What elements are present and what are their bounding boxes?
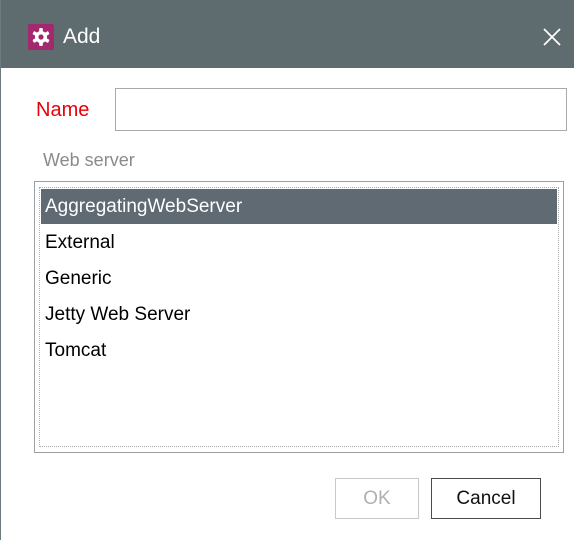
gear-icon — [28, 24, 54, 50]
close-button[interactable] — [539, 24, 565, 50]
list-item-generic[interactable]: Generic — [41, 261, 557, 296]
web-server-label: Web server — [43, 150, 135, 170]
web-server-list-focus: AggregatingWebServer External Generic Je… — [39, 187, 559, 447]
close-icon — [543, 28, 561, 46]
dialog-title: Add — [63, 25, 101, 48]
cancel-button[interactable]: Cancel — [431, 478, 541, 519]
name-input[interactable] — [115, 88, 567, 131]
list-item-aggregatingwebserver[interactable]: AggregatingWebServer — [41, 189, 557, 224]
list-item-external[interactable]: External — [41, 225, 557, 260]
web-server-list[interactable]: AggregatingWebServer External Generic Je… — [34, 181, 564, 453]
list-item-tomcat[interactable]: Tomcat — [41, 333, 557, 368]
name-label: Name — [36, 99, 90, 121]
add-dialog: Add Name Web server AggregatingWebServer… — [0, 0, 574, 540]
title-bar[interactable]: Add — [1, 0, 574, 68]
list-item-jetty-web-server[interactable]: Jetty Web Server — [41, 297, 557, 332]
ok-button[interactable]: OK — [335, 478, 419, 519]
